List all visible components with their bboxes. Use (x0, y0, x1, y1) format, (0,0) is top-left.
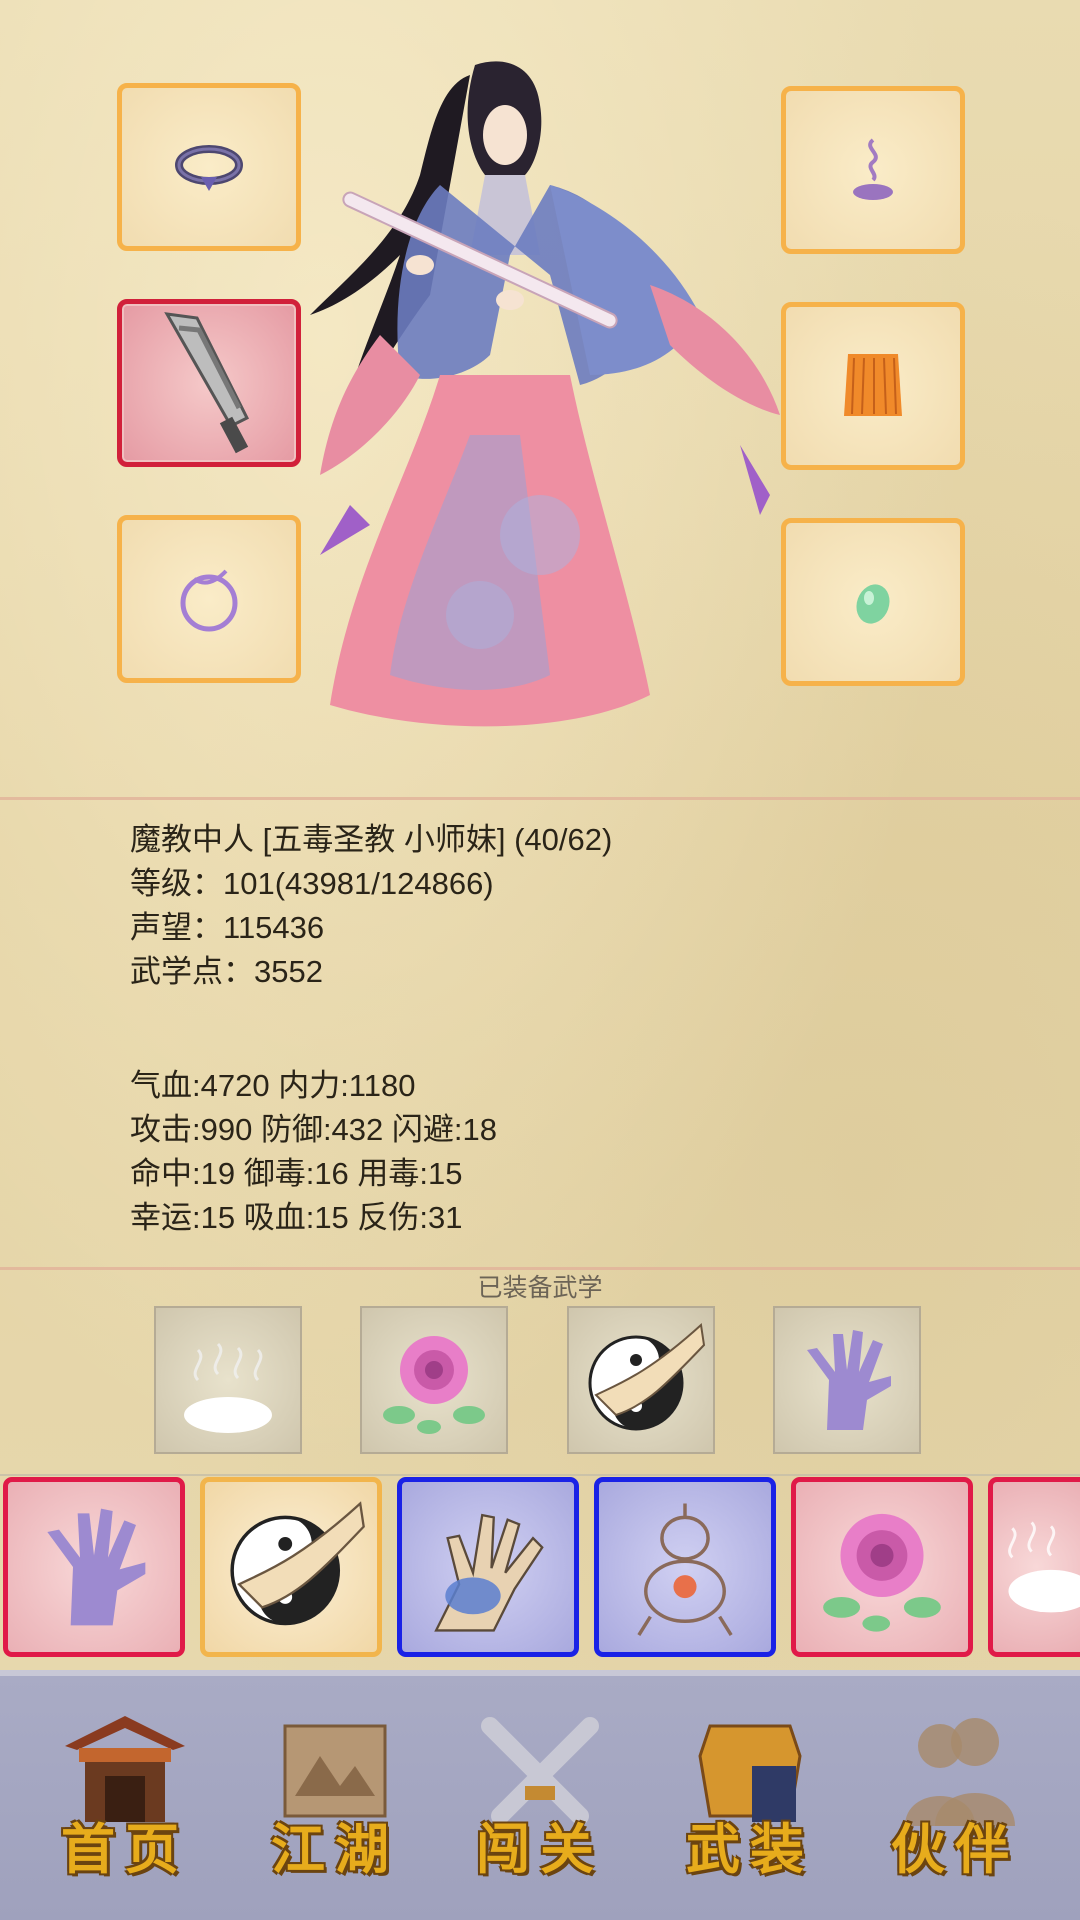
skill-card-2[interactable] (200, 1477, 382, 1657)
stats-line: 幸运:15 吸血:15 反伤:31 (130, 1200, 463, 1235)
nav-jianghu[interactable]: 江湖 (235, 1696, 435, 1916)
skill-card-4[interactable] (594, 1477, 776, 1657)
nav-challenge-label: 闯关 (476, 1817, 604, 1881)
rose-icon (823, 1513, 941, 1632)
yin-yang-fist-icon (230, 1501, 365, 1626)
divider-top (0, 797, 1080, 800)
equipped-skill-2[interactable] (360, 1306, 508, 1454)
purple-palm-icon (807, 1330, 891, 1430)
nav-equipment-label: 武装 (686, 1817, 814, 1881)
skill-card-6[interactable] (988, 1477, 1080, 1657)
character-stats: 气血:4720 内力:1180 攻击:990 防御:432 闪避:18 命中:1… (130, 1064, 497, 1240)
gourd-icon (637, 1503, 733, 1636)
character-info: 魔教中人 [五毒圣教 小师妹] (40/62) 等级：101(43981/124… (130, 818, 612, 994)
equipped-skill-1[interactable] (154, 1306, 302, 1454)
equipped-skill-4[interactable] (773, 1306, 921, 1454)
mist-icon (1008, 1521, 1080, 1613)
character-level: 等级：101(43981/124866) (130, 866, 494, 901)
mist-icon (184, 1342, 272, 1433)
nav-challenge[interactable]: 闯关 (440, 1696, 640, 1916)
nav-home-label: 首页 (61, 1817, 189, 1881)
equipped-skill-3[interactable] (567, 1306, 715, 1454)
equip-slot-bracelet[interactable] (117, 515, 301, 683)
yin-yang-fist-icon (588, 1323, 706, 1431)
stats-line: 命中:19 御毒:16 用毒:15 (130, 1156, 463, 1191)
incense-icon (853, 138, 893, 200)
sword-icon (164, 312, 250, 454)
equip-slot-ring[interactable] (117, 83, 301, 251)
skill-card-1[interactable] (3, 1477, 185, 1657)
poison-hand-icon (434, 1513, 544, 1632)
bottom-nav: 首页 江湖 闯关 武装 伙伴 (0, 1670, 1080, 1920)
jade-icon (856, 584, 890, 624)
stats-line: 气血:4720 内力:1180 (130, 1068, 416, 1103)
character-martial-points: 武学点：3552 (130, 954, 323, 989)
nav-partner-label: 伙伴 (891, 1817, 1019, 1881)
equip-slot-weapon[interactable] (117, 299, 301, 467)
cape-icon (844, 354, 902, 416)
character-fame: 声望：115436 (130, 910, 325, 945)
character-title: 魔教中人 [五毒圣教 小师妹] (40/62) (130, 822, 613, 857)
nav-equipment[interactable]: 武装 (650, 1696, 850, 1916)
stats-line: 攻击:990 防御:432 闪避:18 (130, 1112, 497, 1147)
skill-card-strip[interactable] (0, 1474, 1080, 1664)
character-portrait (310, 61, 780, 727)
ring-icon (175, 145, 243, 191)
rose-icon (383, 1336, 485, 1434)
bracelet-icon (180, 569, 238, 632)
skill-card-3[interactable] (397, 1477, 579, 1657)
nav-jianghu-label: 江湖 (271, 1817, 399, 1881)
purple-palm-icon (47, 1508, 146, 1626)
nav-partner[interactable]: 伙伴 (855, 1696, 1055, 1916)
nav-home[interactable]: 首页 (25, 1696, 225, 1916)
equipped-skills-label: 已装备武学 (477, 1274, 603, 1302)
skill-card-5[interactable] (791, 1477, 973, 1657)
